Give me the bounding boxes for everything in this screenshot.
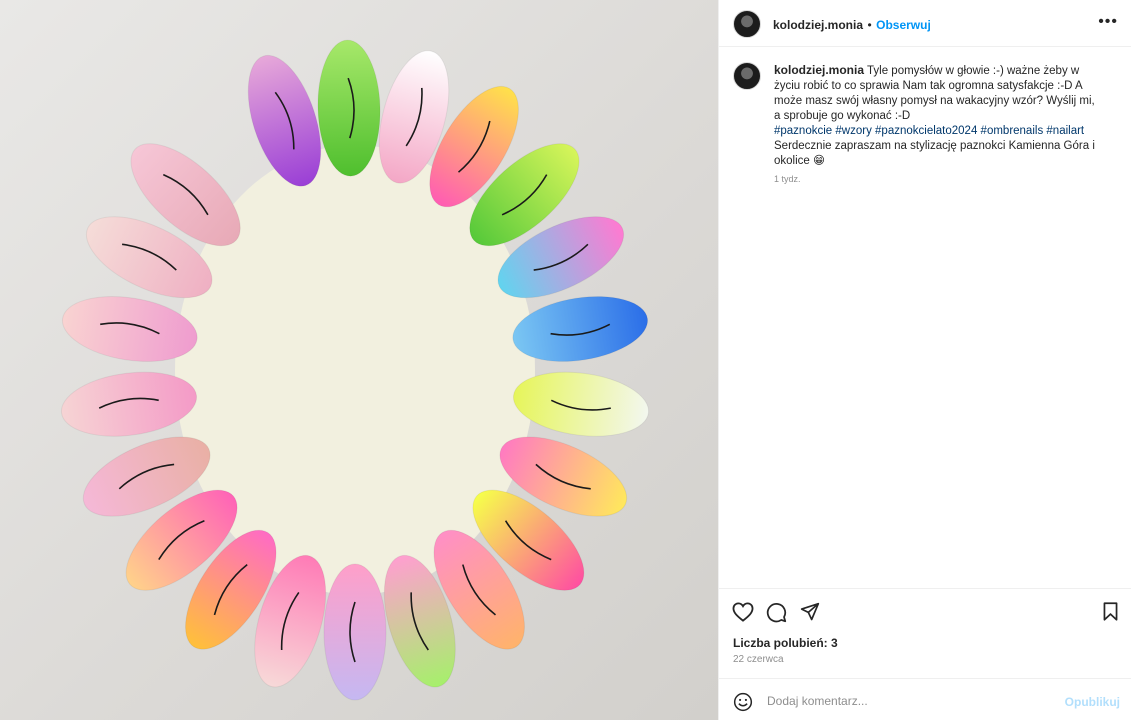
separator-dot: • (867, 18, 872, 32)
hashtag-link[interactable]: #ombrenails (981, 125, 1044, 137)
publish-button[interactable]: Opublikuj (1065, 695, 1120, 709)
hashtag-link[interactable]: #paznokcielato2024 (875, 125, 977, 137)
hashtag-link[interactable]: #paznokcie (774, 125, 832, 137)
hashtag-link[interactable]: #wzory (835, 125, 871, 137)
username-link[interactable]: kolodziej.monia (773, 18, 863, 32)
likes-count[interactable]: Liczba polubień: 3 (733, 636, 838, 650)
caption-avatar[interactable] (733, 62, 761, 90)
share-icon[interactable] (800, 602, 820, 622)
follow-button[interactable]: Obserwuj (876, 18, 931, 32)
post-image[interactable] (0, 0, 718, 720)
bookmark-icon[interactable] (1102, 602, 1119, 621)
avatar[interactable] (733, 10, 761, 38)
nail-wheel-illustration (60, 39, 650, 701)
post-actions: Liczba polubień: 3 22 czerwca Opublikuj (719, 588, 1131, 722)
heart-icon[interactable] (732, 602, 754, 622)
hashtag-link[interactable]: #nailart (1046, 125, 1084, 137)
comment-input[interactable] (765, 693, 1029, 709)
caption-text-2: Serdecznie zapraszam na stylizację pazno… (774, 140, 1095, 167)
caption-time[interactable]: 1 tydz. (774, 174, 801, 184)
caption-username[interactable]: kolodziej.monia (774, 63, 864, 77)
nail-tip (323, 563, 387, 701)
comment-icon[interactable] (766, 602, 787, 623)
post-header: kolodziej.monia • Obserwuj ••• (719, 0, 1131, 47)
more-options-icon[interactable]: ••• (1098, 13, 1118, 31)
post-date[interactable]: 22 czerwca (733, 654, 784, 665)
comment-bar: Opublikuj (719, 678, 1131, 723)
post-sidebar: kolodziej.monia • Obserwuj ••• kolodziej… (718, 0, 1131, 720)
post-caption: kolodziej.monia Tyle pomysłów w głowie :… (774, 63, 1104, 169)
emoji-icon[interactable] (733, 692, 753, 712)
